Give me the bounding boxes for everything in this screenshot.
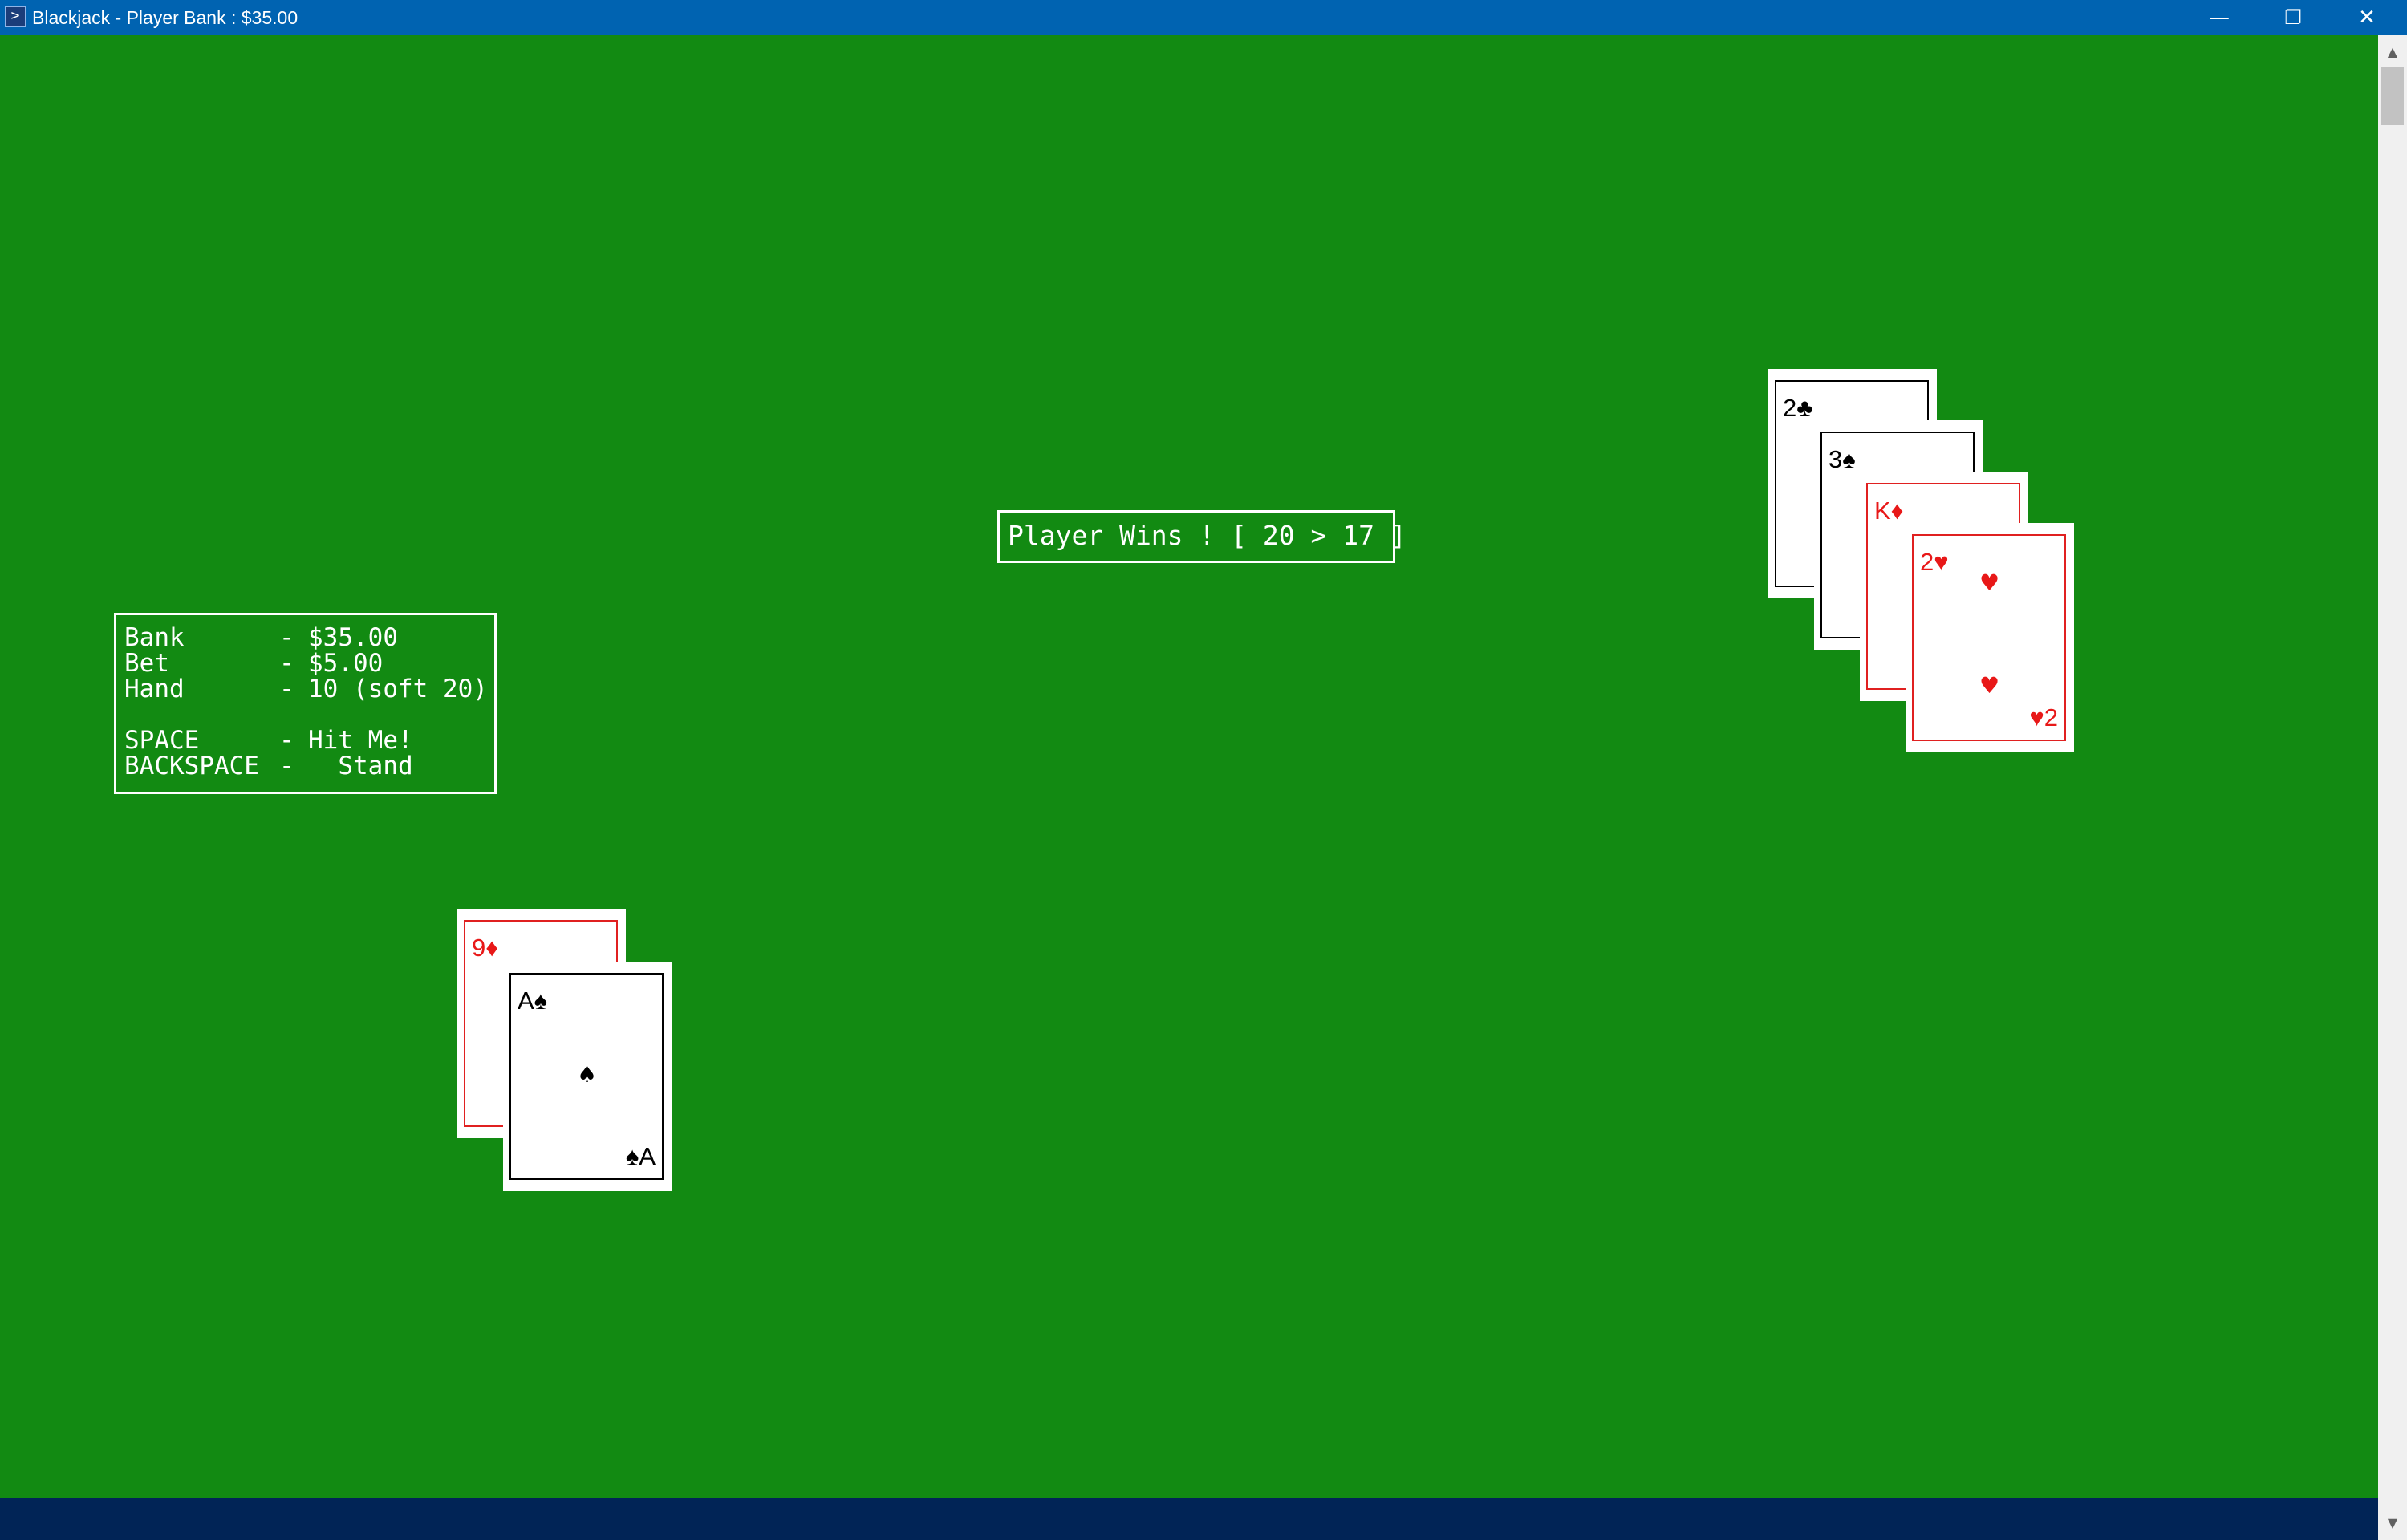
info-panel: Bank - $35.00 Bet - $5.00 Hand -10 (soft 20) … bbox=[114, 613, 497, 794]
hand-label: Hand bbox=[124, 675, 185, 703]
card-rank-suit-bottom: ♠A bbox=[625, 1142, 656, 1170]
suit-pip-icon: ♥ bbox=[1979, 569, 2000, 596]
card-rank-suit-bottom: ♥2 bbox=[2029, 703, 2058, 732]
space-action: Hit Me! bbox=[308, 726, 413, 755]
game-status-message: Player Wins ! [ 20 > 17 ] bbox=[997, 510, 1406, 563]
card-rank-suit: 2♣ bbox=[1783, 394, 1813, 422]
window-title: Blackjack - Player Bank : $35.00 bbox=[32, 7, 298, 28]
space-key-label: SPACE bbox=[124, 726, 200, 755]
space-key-row: SPACE - Hit Me! bbox=[124, 727, 494, 753]
bank-row: Bank - $35.00 bbox=[124, 625, 494, 650]
bet-row: Bet - $5.00 bbox=[124, 650, 494, 676]
close-button[interactable]: ✕ bbox=[2330, 0, 2404, 35]
hand-row: Hand -10 (soft 20) bbox=[124, 676, 494, 702]
space-dash: - bbox=[279, 726, 294, 755]
vertical-scrollbar[interactable]: ▲ ▼ bbox=[2378, 35, 2407, 1540]
restore-button[interactable]: ❐ bbox=[2256, 0, 2330, 35]
backspace-key-row: BACKSPACE - Stand bbox=[124, 753, 494, 779]
bank-dash: - bbox=[279, 623, 294, 652]
powershell-icon: > bbox=[5, 6, 26, 27]
card-rank-suit: 2♥ bbox=[1920, 548, 1949, 576]
suit-pip-icon: ♠ bbox=[577, 1061, 598, 1088]
backspace-action: Stand bbox=[308, 752, 413, 780]
hand-value: 10 (soft 20) bbox=[308, 675, 488, 703]
bank-value: $35.00 bbox=[308, 623, 398, 652]
scroll-down-icon[interactable]: ▼ bbox=[2378, 1511, 2407, 1535]
playing-card: 2♥ ♥ ♥ ♥2 bbox=[1906, 523, 2074, 752]
backspace-dash: - bbox=[279, 752, 294, 780]
title-bar: > Blackjack - Player Bank : $35.00 — ❐ ✕ bbox=[0, 0, 2407, 35]
card-rank-suit: A♠ bbox=[518, 987, 548, 1015]
card-rank-suit: 9♦ bbox=[472, 934, 499, 962]
scroll-thumb[interactable] bbox=[2381, 67, 2404, 125]
bet-label: Bet bbox=[124, 649, 169, 678]
suit-pip-icon: ♥ bbox=[1979, 672, 2000, 699]
console-footer bbox=[0, 1498, 2378, 1540]
hand-dash: - bbox=[279, 675, 294, 703]
playing-card: A♠ ♠ ♠A bbox=[503, 962, 672, 1191]
bet-value: $5.00 bbox=[308, 649, 384, 678]
bank-label: Bank bbox=[124, 623, 185, 652]
card-rank-suit: 3♠ bbox=[1829, 445, 1856, 473]
bet-dash: - bbox=[279, 649, 294, 678]
card-rank-suit: K♦ bbox=[1874, 496, 1904, 525]
scroll-up-icon[interactable]: ▲ bbox=[2378, 40, 2407, 64]
minimize-button[interactable]: — bbox=[2182, 0, 2256, 35]
backspace-key-label: BACKSPACE bbox=[124, 752, 259, 780]
